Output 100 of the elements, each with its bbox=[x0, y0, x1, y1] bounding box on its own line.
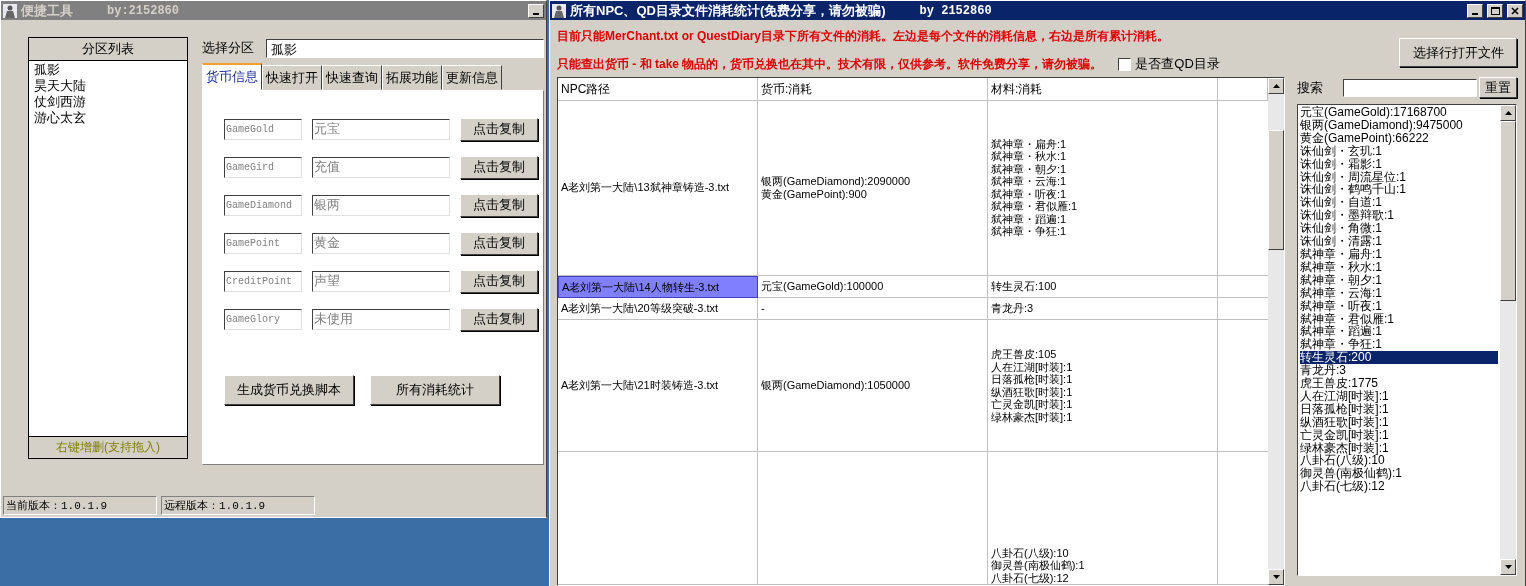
list-item[interactable]: 诛仙剑・霜影:1 bbox=[1300, 157, 1498, 171]
name-field[interactable]: 银两 bbox=[312, 194, 450, 216]
code-field[interactable]: GamePoint bbox=[224, 232, 302, 254]
column-header[interactable]: 材料:消耗 bbox=[988, 78, 1218, 101]
tab[interactable]: 货币信息 bbox=[202, 63, 262, 90]
open-file-button[interactable]: 选择行打开文件 bbox=[1399, 38, 1517, 67]
maximize-button[interactable] bbox=[1487, 3, 1503, 18]
action-button[interactable]: 生成货币兑换脚本 bbox=[224, 375, 354, 405]
notice-text: 目前只能MerChant.txt or QuestDiary目录下所有文件的消耗。左边是每个文件的消耗信息，右边是所有累计消耗。 bbox=[557, 28, 1171, 45]
code-field[interactable]: GameGold bbox=[224, 118, 302, 140]
list-item[interactable]: 转生灵石:200 bbox=[1300, 351, 1498, 365]
list-item[interactable]: 绿林豪杰[时装]:1 bbox=[1300, 441, 1498, 455]
table-cell: A老刘第一大陆\20等级突破-3.txt bbox=[558, 298, 758, 320]
copy-button[interactable]: 点击复制 bbox=[460, 155, 538, 179]
name-field[interactable]: 未使用 bbox=[312, 308, 450, 330]
list-item[interactable]: 诛仙剑・清露:1 bbox=[1300, 235, 1498, 248]
minimize-icon bbox=[533, 12, 539, 15]
list-header: 分区列表 bbox=[29, 38, 187, 61]
list-item[interactable]: 诛仙剑・自道:1 bbox=[1300, 196, 1498, 210]
search-label: 搜索 bbox=[1297, 78, 1324, 97]
copy-button[interactable]: 点击复制 bbox=[460, 193, 538, 217]
table-cell: A老刘第一大陆\14人物转生-3.txt bbox=[558, 276, 758, 298]
tab[interactable]: 快速打开 bbox=[262, 65, 322, 90]
name-field[interactable]: 黄金 bbox=[312, 232, 450, 254]
list-item[interactable]: 御灵兽(南极仙鹤):1 bbox=[1300, 467, 1498, 481]
list-item[interactable]: 游心太玄 bbox=[34, 110, 182, 126]
list-footer: 右键增删(支持拖入) bbox=[29, 436, 187, 458]
table-cell: 转生灵石:100 bbox=[988, 276, 1218, 298]
author-label: by 2152860 bbox=[919, 3, 992, 18]
table-cell: - bbox=[758, 298, 988, 320]
list-item[interactable]: 银两(GameDiamond):9475000 bbox=[1300, 118, 1498, 132]
list-item[interactable]: 黄金(GamePoint):66222 bbox=[1300, 131, 1498, 145]
scrollbar[interactable] bbox=[1500, 105, 1516, 575]
list-item[interactable]: 弑神章・云海:1 bbox=[1300, 286, 1498, 300]
scrollbar-thumb[interactable] bbox=[1500, 121, 1516, 301]
code-field[interactable]: GameGird bbox=[224, 156, 302, 178]
list-item[interactable]: 诛仙剑・玄玑:1 bbox=[1300, 144, 1498, 158]
list-item[interactable]: 仗剑西游 bbox=[34, 94, 182, 110]
scrollbar[interactable] bbox=[1268, 78, 1284, 585]
window-title: 便捷工具 bbox=[21, 1, 73, 20]
code-field[interactable]: GameGlory bbox=[224, 308, 302, 330]
code-field[interactable]: CreditPoint bbox=[224, 270, 302, 292]
search-field[interactable] bbox=[1343, 78, 1477, 97]
list-item[interactable]: 诛仙剑・墨辩歌:1 bbox=[1300, 209, 1498, 223]
table-cell: 八卦石(八级):10 御灵兽(南极仙鹤):1 八卦石(七级):12 bbox=[988, 452, 1218, 585]
action-button[interactable]: 所有消耗统计 bbox=[370, 375, 500, 405]
window-title: 所有NPC、QD目录文件消耗统计(免费分享，请勿被骗) bbox=[570, 1, 886, 20]
code-field[interactable]: GameDiamond bbox=[224, 194, 302, 216]
tab[interactable]: 快速查询 bbox=[322, 65, 382, 90]
copy-button[interactable]: 点击复制 bbox=[460, 231, 538, 255]
list-item[interactable]: 亡灵金凯[时装]:1 bbox=[1300, 428, 1498, 442]
list-item[interactable]: 日落孤枪[时装]:1 bbox=[1300, 402, 1498, 416]
copy-button[interactable]: 点击复制 bbox=[460, 117, 538, 141]
column-header[interactable]: 货币:消耗 bbox=[758, 78, 988, 101]
table-cell: 弑神章・扁舟:1 弑神章・秋水:1 弑神章・朝夕:1 弑神章・云海:1 弑神章・听夜:1 弑神章・君似雁:1 弑神章・蹈遍:1 弑神章・争狂:1 bbox=[988, 100, 1218, 276]
column-header[interactable]: NPC路径 bbox=[558, 78, 758, 101]
list-item[interactable]: 元宝(GameGold):17168700 bbox=[1300, 106, 1498, 119]
name-field[interactable]: 声望 bbox=[312, 270, 450, 292]
status-panel: 远程版本：1.0.1.9 bbox=[161, 496, 315, 515]
close-button[interactable] bbox=[1507, 3, 1523, 18]
list-item[interactable]: 昊天大陆 bbox=[34, 78, 182, 94]
list-item[interactable]: 诛仙剑・周流星位:1 bbox=[1300, 170, 1498, 184]
list-item[interactable]: 孤影 bbox=[34, 62, 182, 78]
table-cell: A老刘第一大陆\21时装铸造-3.txt bbox=[558, 320, 758, 452]
reset-button[interactable]: 重置 bbox=[1479, 77, 1517, 98]
list-item[interactable]: 弑神章・争狂:1 bbox=[1300, 338, 1498, 352]
list-item[interactable]: 弑神章・秋水:1 bbox=[1300, 260, 1498, 274]
copy-button[interactable]: 点击复制 bbox=[460, 269, 538, 293]
list-item[interactable]: 青龙丹:3 bbox=[1300, 364, 1498, 378]
list-item[interactable]: 诛仙剑・鹤鸣千山:1 bbox=[1300, 183, 1498, 197]
up-arrow-icon bbox=[1504, 111, 1512, 115]
checkbox-icon[interactable] bbox=[1118, 57, 1132, 71]
tab[interactable]: 拓展功能 bbox=[382, 65, 442, 90]
list-item[interactable]: 纵酒狂歌[时装]:1 bbox=[1300, 415, 1498, 429]
name-field[interactable]: 元宝 bbox=[312, 118, 450, 140]
table-cell: 青龙丹:3 bbox=[988, 298, 1218, 320]
list-item[interactable]: 虎王兽皮:1775 bbox=[1300, 377, 1498, 390]
minimize-button[interactable] bbox=[1467, 3, 1483, 18]
copy-button[interactable]: 点击复制 bbox=[460, 307, 538, 331]
close-icon bbox=[1511, 6, 1519, 15]
up-arrow-icon bbox=[1272, 84, 1280, 88]
app-icon bbox=[552, 3, 566, 18]
list-item[interactable]: 弑神章・朝夕:1 bbox=[1300, 273, 1498, 287]
field-label: 选择分区 bbox=[202, 39, 254, 57]
name-field[interactable]: 充值 bbox=[312, 156, 450, 178]
scrollbar-thumb[interactable] bbox=[1268, 130, 1284, 250]
qd-checkbox[interactable]: 是否查QD目录 bbox=[1118, 55, 1220, 73]
partition-field[interactable]: 孤影 bbox=[266, 38, 544, 58]
list-item[interactable]: 弑神章・听夜:1 bbox=[1300, 299, 1498, 313]
tab[interactable]: 更新信息 bbox=[442, 65, 502, 90]
list-item[interactable]: 弑神章・扁舟:1 bbox=[1300, 247, 1498, 261]
list-item[interactable]: 八卦石(七级):12 bbox=[1300, 480, 1498, 494]
app-icon bbox=[3, 3, 17, 18]
down-arrow-icon bbox=[1504, 565, 1512, 569]
list-item[interactable]: 诛仙剑・角微:1 bbox=[1300, 222, 1498, 236]
maximize-icon bbox=[1490, 6, 1500, 15]
list-item[interactable]: 弑神章・君似雁:1 bbox=[1300, 312, 1498, 326]
list-item[interactable]: 弑神章・蹈遍:1 bbox=[1300, 325, 1498, 339]
list-item[interactable]: 八卦石(八级):10 bbox=[1300, 454, 1498, 468]
list-item[interactable]: 人在江湖[时装]:1 bbox=[1300, 389, 1498, 403]
